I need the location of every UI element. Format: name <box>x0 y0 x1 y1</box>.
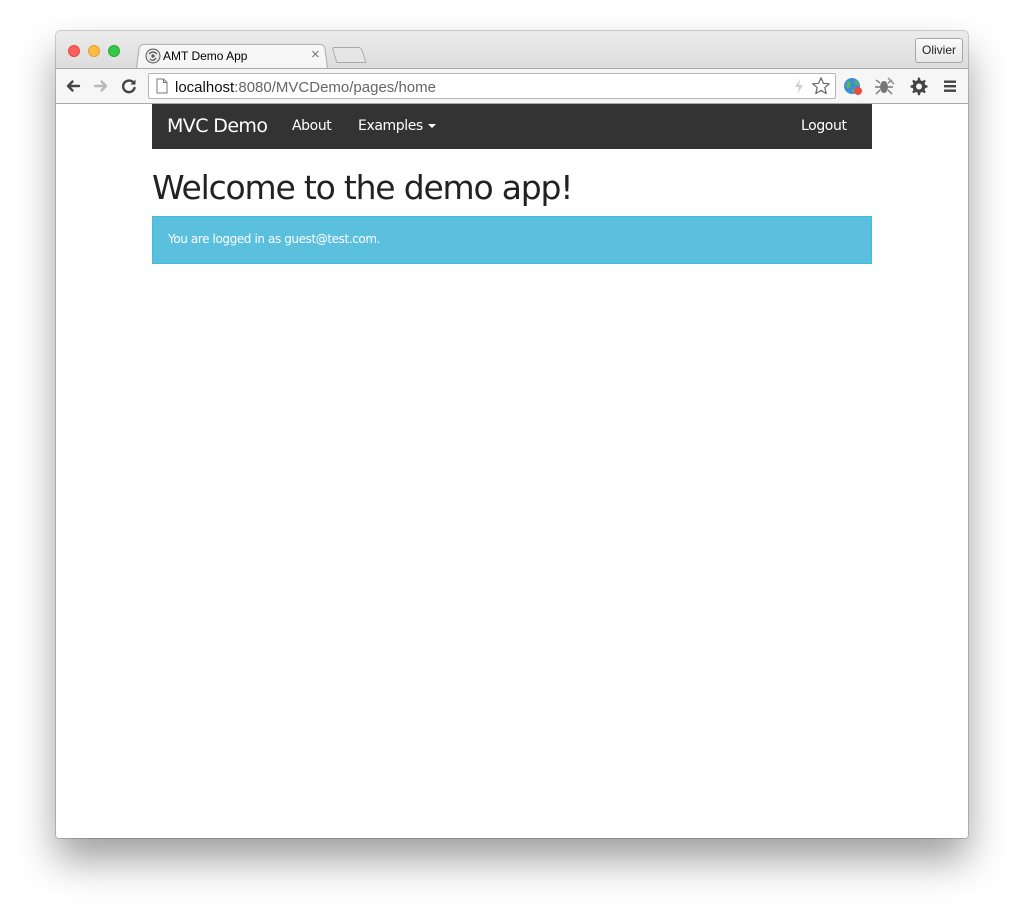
navbar-brand[interactable]: MVC Demo <box>167 115 268 137</box>
reload-icon[interactable] <box>118 75 140 97</box>
url-host: localhost <box>175 79 235 96</box>
nav-about-link[interactable]: About <box>292 118 332 134</box>
tab-strip: AMT Demo App × Olivier <box>56 31 968 69</box>
page-viewport: MVC Demo About Examples Logout Welcome t… <box>56 104 968 838</box>
close-icon[interactable]: × <box>311 47 320 63</box>
alert-message: You are logged in as guest@test.com. <box>168 232 381 246</box>
menu-icon[interactable] <box>939 75 961 97</box>
zoom-window-button[interactable] <box>108 45 120 57</box>
back-icon[interactable] <box>62 75 84 97</box>
address-bar[interactable]: localhost:8080/MVCDemo/pages/home <box>148 73 836 99</box>
nav-examples-dropdown[interactable]: Examples <box>358 118 436 134</box>
forward-icon[interactable] <box>90 75 112 97</box>
profile-button[interactable]: Olivier <box>914 38 963 63</box>
bug-extension-icon[interactable] <box>874 75 896 97</box>
navbar: MVC Demo About Examples Logout <box>152 104 872 149</box>
favicon-icon <box>145 48 161 64</box>
new-tab-button[interactable] <box>331 47 367 63</box>
minimize-window-button[interactable] <box>88 45 100 57</box>
page-icon <box>156 78 168 94</box>
browser-window: AMT Demo App × Olivier localhost:8080/MV… <box>56 31 968 838</box>
url-path: :8080/MVCDemo/pages/home <box>234 79 436 96</box>
browser-toolbar: localhost:8080/MVCDemo/pages/home <box>56 68 968 104</box>
caret-down-icon <box>427 124 436 128</box>
nav-logout-link[interactable]: Logout <box>801 118 847 134</box>
page-title: Welcome to the demo app! <box>152 168 574 207</box>
url-text: localhost:8080/MVCDemo/pages/home <box>175 79 436 96</box>
globe-extension-icon[interactable] <box>842 75 864 97</box>
lightning-icon[interactable] <box>793 78 805 95</box>
close-window-button[interactable] <box>68 45 80 57</box>
nav-examples-label: Examples <box>358 118 423 134</box>
star-icon[interactable] <box>811 76 831 96</box>
info-alert: You are logged in as guest@test.com. <box>152 216 872 264</box>
tab-title: AMT Demo App <box>163 49 248 63</box>
tab-active[interactable]: AMT Demo App × <box>144 45 330 69</box>
gear-icon[interactable] <box>907 75 929 97</box>
